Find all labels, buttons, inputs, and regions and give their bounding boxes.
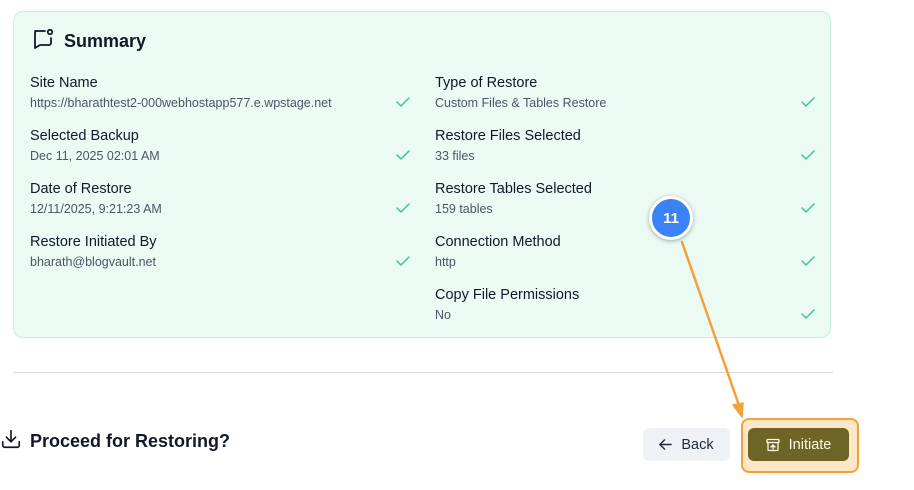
- back-button[interactable]: Back: [643, 428, 730, 461]
- field-site-name: Site Name https://bharathtest2-000webhos…: [30, 74, 332, 111]
- field-value: 33 files: [435, 149, 475, 163]
- checkmark-icon: [801, 203, 815, 213]
- field-value: Custom Files & Tables Restore: [435, 96, 607, 110]
- checkmark-icon: [396, 150, 410, 160]
- checkmark-icon: [801, 256, 815, 266]
- back-button-label: Back: [681, 436, 714, 453]
- checkmark-icon: [801, 97, 815, 107]
- section-divider: [13, 372, 833, 373]
- download-icon: [0, 428, 22, 455]
- initiate-button-label: Initiate: [788, 436, 832, 453]
- chat-bubble-icon: [31, 27, 55, 56]
- proceed-label: Proceed for Restoring?: [30, 431, 231, 451]
- archive-restore-icon: [765, 438, 780, 451]
- field-value: No: [435, 308, 451, 322]
- initiate-button[interactable]: Initiate: [748, 428, 849, 461]
- field-value: Dec 11, 2025 02:01 AM: [30, 149, 160, 163]
- field-value: https://bharathtest2-000webhostapp577.e.…: [30, 96, 332, 110]
- checkmark-icon: [396, 97, 410, 107]
- checkmark-icon: [801, 150, 815, 160]
- proceed-heading: Proceed for Restoring?: [0, 428, 230, 455]
- summary-header: Summary: [31, 27, 146, 56]
- field-value: 159 tables: [435, 202, 493, 216]
- summary-card: Summary: [13, 11, 831, 338]
- field-label: Date of Restore: [30, 181, 132, 197]
- checkmark-icon: [801, 309, 815, 319]
- field-type-of-restore: Type of Restore Custom Files & Tables Re…: [435, 74, 606, 111]
- checkmark-icon: [396, 203, 410, 213]
- field-copy-file-permissions: Copy File Permissions No: [435, 286, 579, 323]
- field-label: Restore Files Selected: [435, 128, 581, 144]
- field-value: 12/11/2025, 9:21:23 AM: [30, 202, 162, 216]
- field-restore-tables-selected: Restore Tables Selected 159 tables: [435, 180, 592, 217]
- field-label: Restore Tables Selected: [435, 181, 592, 197]
- arrow-left-icon: [659, 439, 673, 450]
- field-label: Restore Initiated By: [30, 234, 157, 250]
- field-value: http: [435, 255, 456, 269]
- field-label: Type of Restore: [435, 75, 538, 91]
- field-connection-method: Connection Method http: [435, 233, 561, 270]
- field-label: Selected Backup: [30, 128, 139, 144]
- field-label: Connection Method: [435, 234, 561, 250]
- step-badge: 11: [649, 196, 693, 240]
- field-restore-files-selected: Restore Files Selected 33 files: [435, 127, 581, 164]
- field-value: bharath@blogvault.net: [30, 255, 156, 269]
- summary-title: Summary: [64, 31, 147, 51]
- field-label: Copy File Permissions: [435, 287, 580, 303]
- checkmark-icon: [396, 256, 410, 266]
- field-date-of-restore: Date of Restore 12/11/2025, 9:21:23 AM: [30, 180, 162, 217]
- field-restore-initiated-by: Restore Initiated By bharath@blogvault.n…: [30, 233, 157, 270]
- field-label: Site Name: [30, 75, 98, 91]
- field-selected-backup: Selected Backup Dec 11, 2025 02:01 AM: [30, 127, 160, 164]
